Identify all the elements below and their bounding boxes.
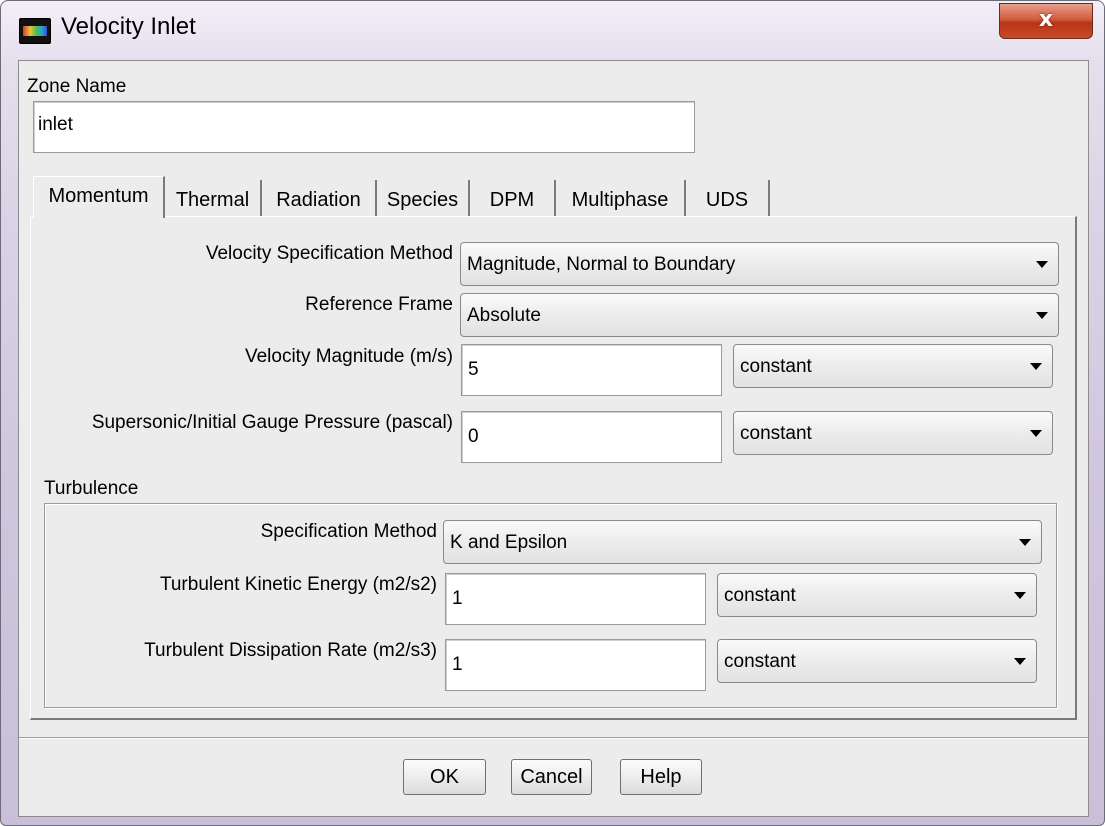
gauge-pressure-profile-value: constant	[740, 423, 812, 444]
dissipation-rate-input[interactable]: 1	[445, 639, 706, 691]
reference-frame-dropdown[interactable]: Absolute	[460, 293, 1059, 337]
velocity-magnitude-label: Velocity Magnitude (m/s)	[244, 346, 453, 367]
zone-name-input[interactable]: inlet	[33, 101, 695, 153]
chevron-down-icon	[1030, 430, 1042, 437]
velocity-spec-value: Magnitude, Normal to Boundary	[467, 254, 736, 275]
chevron-down-icon	[1030, 363, 1042, 370]
kinetic-energy-label: Turbulent Kinetic Energy (m2/s2)	[159, 574, 437, 595]
turbulence-spec-label: Specification Method	[260, 521, 437, 542]
velocity-spec-dropdown[interactable]: Magnitude, Normal to Boundary	[460, 242, 1059, 286]
velocity-magnitude-profile-dropdown[interactable]: constant	[733, 344, 1053, 388]
reference-frame-value: Absolute	[467, 305, 541, 326]
chevron-down-icon	[1014, 592, 1026, 599]
tab-uds[interactable]: UDS	[686, 180, 770, 216]
fluent-app-icon	[19, 18, 51, 44]
button-separator	[19, 737, 1088, 739]
chevron-down-icon	[1036, 261, 1048, 268]
velocity-magnitude-input[interactable]: 5	[461, 344, 722, 396]
kinetic-energy-input[interactable]: 1	[445, 573, 706, 625]
cancel-button[interactable]: Cancel	[511, 759, 592, 795]
zone-name-label: Zone Name	[27, 76, 127, 97]
tab-radiation[interactable]: Radiation	[262, 180, 377, 216]
velocity-spec-label: Velocity Specification Method	[205, 243, 453, 264]
tab-multiphase[interactable]: Multiphase	[556, 180, 686, 216]
turbulence-spec-dropdown[interactable]: K and Epsilon	[443, 520, 1042, 564]
dissipation-rate-profile-dropdown[interactable]: constant	[717, 639, 1037, 683]
gauge-pressure-profile-dropdown[interactable]: constant	[733, 411, 1053, 455]
dissipation-rate-label: Turbulent Dissipation Rate (m2/s3)	[144, 640, 437, 661]
kinetic-energy-profile-value: constant	[724, 585, 796, 606]
turbulence-group-label: Turbulence	[44, 478, 139, 499]
turbulence-spec-value: K and Epsilon	[450, 532, 568, 553]
tab-species[interactable]: Species	[377, 180, 470, 216]
kinetic-energy-profile-dropdown[interactable]: constant	[717, 573, 1037, 617]
chevron-down-icon	[1036, 312, 1048, 319]
dissipation-rate-profile-value: constant	[724, 651, 796, 672]
gauge-pressure-label: Supersonic/Initial Gauge Pressure (pasca…	[91, 412, 453, 433]
tab-thermal[interactable]: Thermal	[165, 180, 262, 216]
tab-dpm[interactable]: DPM	[470, 180, 556, 216]
ok-button[interactable]: OK	[403, 759, 486, 795]
window-title: Velocity Inlet	[61, 13, 196, 40]
chevron-down-icon	[1019, 539, 1031, 546]
velocity-magnitude-profile-value: constant	[740, 356, 812, 377]
close-button[interactable]: x	[999, 3, 1093, 39]
chevron-down-icon	[1014, 658, 1026, 665]
help-button[interactable]: Help	[620, 759, 702, 795]
reference-frame-label: Reference Frame	[305, 294, 453, 315]
tab-momentum[interactable]: Momentum	[33, 176, 165, 218]
gauge-pressure-input[interactable]: 0	[461, 411, 722, 463]
title-bar[interactable]: Velocity Inlet x	[1, 1, 1104, 57]
